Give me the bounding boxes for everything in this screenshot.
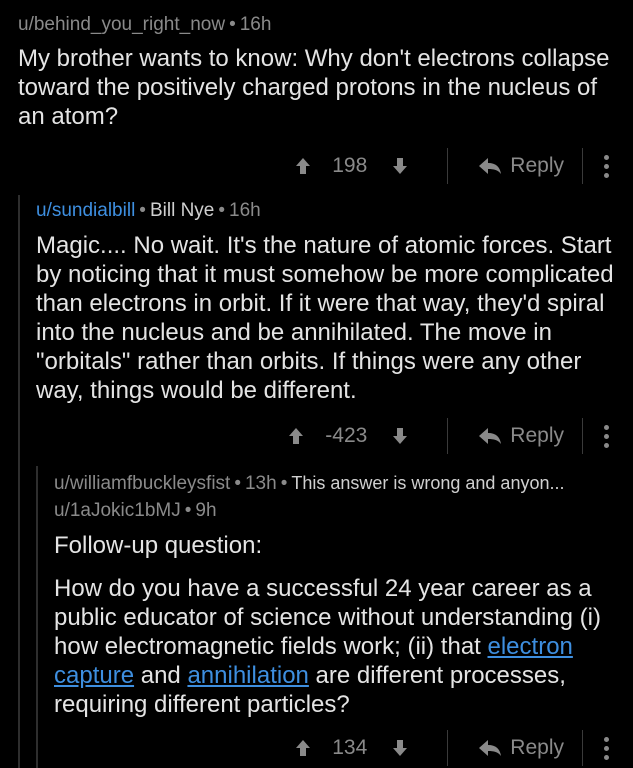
more-vertical-icon[interactable] xyxy=(599,424,613,448)
comment-age: 16h xyxy=(229,200,261,221)
collapsed-comment[interactable]: u/williamfbuckleysfist • 13h • This answer i… xyxy=(54,473,629,495)
meta-separator: • xyxy=(139,200,146,221)
reply-arrow-icon xyxy=(479,740,502,756)
comment-meta: u/1aJokic1bMJ • 9h xyxy=(54,500,626,522)
comment: u/1aJokic1bMJ • 9h Follow-up question: How… xyxy=(54,500,626,719)
comment: u/behind_you_right_now • 16h My brother wa… xyxy=(18,14,618,131)
paragraph-text: and xyxy=(134,662,188,689)
vote-score: -423 xyxy=(325,424,368,447)
divider xyxy=(447,148,449,184)
vote-group: -423 xyxy=(285,424,411,448)
comment-paragraph: Follow-up question: xyxy=(54,532,263,559)
collapsed-preview: This answer is wrong and anyon... xyxy=(291,473,565,493)
arrow-down-icon[interactable] xyxy=(389,737,411,759)
annihilation-link[interactable]: annihilation xyxy=(187,662,308,689)
reply-label: Reply xyxy=(510,736,564,759)
divider xyxy=(582,730,583,766)
comment-author[interactable]: u/behind_you_right_now xyxy=(18,14,225,35)
more-vertical-icon[interactable] xyxy=(599,736,613,760)
comment: u/sundialbill • Bill Nye • 16h Magic.... No … xyxy=(36,200,626,405)
comment-age: 16h xyxy=(239,14,272,35)
vote-score: 198 xyxy=(332,154,368,177)
divider xyxy=(447,418,449,454)
comment-meta: u/behind_you_right_now • 16h xyxy=(18,14,618,36)
reply-arrow-icon xyxy=(479,428,502,444)
reply-button[interactable]: Reply xyxy=(478,736,564,760)
more-vertical-icon[interactable] xyxy=(599,154,613,178)
thread-line xyxy=(18,195,20,768)
meta-separator: • xyxy=(280,473,288,494)
reply-arrow-icon xyxy=(479,158,502,174)
divider xyxy=(447,730,449,766)
divider xyxy=(582,148,583,184)
meta-separator: • xyxy=(229,14,236,35)
user-flair: Bill Nye xyxy=(149,200,215,221)
vote-group: 134 xyxy=(292,736,411,760)
reply-button[interactable]: Reply xyxy=(478,424,564,448)
arrow-up-icon[interactable] xyxy=(285,425,307,447)
vote-group: 198 xyxy=(292,154,411,178)
arrow-down-icon[interactable] xyxy=(389,425,411,447)
comment-age: 9h xyxy=(195,500,217,521)
vote-score: 134 xyxy=(332,736,368,759)
arrow-down-icon[interactable] xyxy=(389,155,411,177)
comment-body: My brother wants to know: Why don't elec… xyxy=(18,45,610,130)
comment-actions: 134 Reply xyxy=(0,728,633,768)
comment-actions: -423 Reply xyxy=(0,416,633,456)
comment-author[interactable]: u/1aJokic1bMJ xyxy=(54,500,181,521)
arrow-up-icon[interactable] xyxy=(292,737,314,759)
comment-author[interactable]: u/williamfbuckleysfist xyxy=(54,473,230,494)
comment-paragraph: How do you have a successful 24 year car… xyxy=(54,574,626,719)
meta-separator: • xyxy=(218,200,226,221)
meta-separator: • xyxy=(234,473,241,494)
thread-line xyxy=(36,466,38,768)
arrow-up-icon[interactable] xyxy=(292,155,314,177)
reply-label: Reply xyxy=(510,424,564,447)
comment-body: Magic.... No wait. It's the nature of at… xyxy=(36,232,614,404)
divider xyxy=(582,418,583,454)
comment-meta: u/sundialbill • Bill Nye • 16h xyxy=(36,200,626,222)
reply-label: Reply xyxy=(510,154,564,177)
reply-button[interactable]: Reply xyxy=(478,154,564,178)
comment-author[interactable]: u/sundialbill xyxy=(36,200,135,221)
meta-separator: • xyxy=(184,500,192,521)
comment-age: 13h xyxy=(244,473,277,494)
comment-actions: 198 Reply xyxy=(0,146,633,186)
